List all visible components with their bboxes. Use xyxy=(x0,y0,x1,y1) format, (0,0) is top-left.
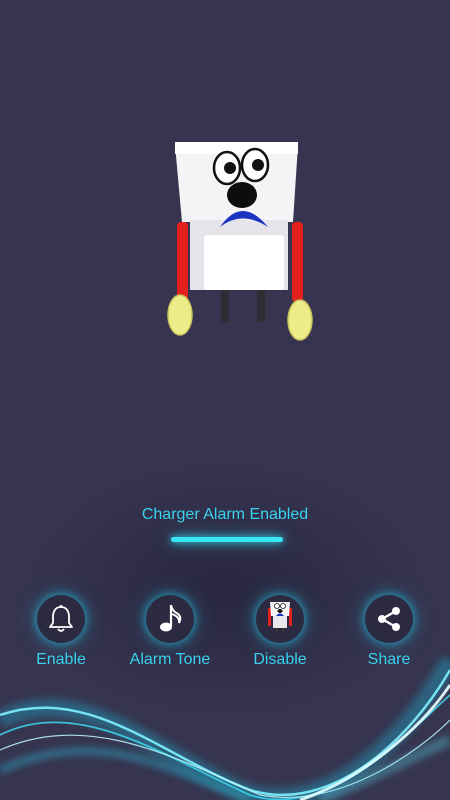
music-note-icon xyxy=(160,604,182,632)
status-indicator-bar xyxy=(171,537,283,542)
share-icon xyxy=(378,607,400,631)
charger-character-icon xyxy=(268,602,292,634)
alarm-tone-button-circle xyxy=(146,595,194,643)
decorative-wave xyxy=(0,655,450,800)
bell-icon xyxy=(49,605,73,632)
share-button-circle xyxy=(365,595,413,643)
disable-button-circle xyxy=(256,595,304,643)
status-text: Charger Alarm Enabled xyxy=(141,506,309,523)
enable-button-circle xyxy=(37,595,85,643)
charger-character-illustration xyxy=(167,142,313,341)
